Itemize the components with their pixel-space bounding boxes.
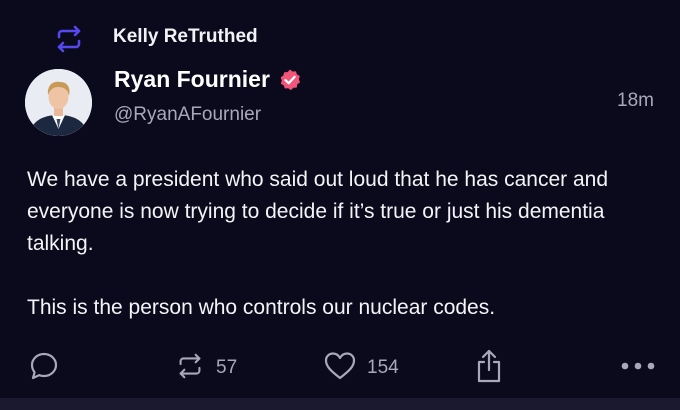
like-button[interactable]: 154 — [323, 348, 399, 388]
post-timestamp[interactable]: 18m — [617, 90, 654, 112]
post-paragraph: This is the person who controls our nucl… — [27, 296, 496, 319]
post-body: We have a president who said out loud th… — [27, 164, 667, 324]
bottom-divider — [0, 398, 680, 410]
share-icon — [474, 348, 504, 389]
post-paragraph: We have a president who said out loud th… — [27, 168, 608, 255]
more-options-button[interactable] — [620, 348, 656, 388]
author-handle[interactable]: @RyanAFournier — [114, 104, 261, 126]
retruth-button[interactable]: 57 — [174, 348, 237, 388]
reply-button[interactable] — [28, 348, 60, 388]
heart-icon — [323, 350, 357, 387]
post-action-bar: 57 154 — [0, 348, 680, 388]
share-button[interactable] — [474, 348, 504, 388]
avatar[interactable] — [25, 69, 92, 136]
retruth-count: 57 — [216, 357, 238, 378]
retruth-icon — [52, 22, 86, 56]
retruth-icon — [174, 350, 206, 387]
more-icon — [620, 359, 656, 377]
author-name-row: Ryan Fournier — [114, 66, 302, 93]
reply-icon — [28, 350, 60, 387]
verified-badge-icon — [278, 68, 302, 92]
retruth-header: Kelly ReTruthed — [52, 22, 258, 56]
like-count: 154 — [367, 357, 399, 378]
author-display-name[interactable]: Ryan Fournier — [114, 66, 270, 93]
retruth-label[interactable]: Kelly ReTruthed — [113, 26, 258, 48]
